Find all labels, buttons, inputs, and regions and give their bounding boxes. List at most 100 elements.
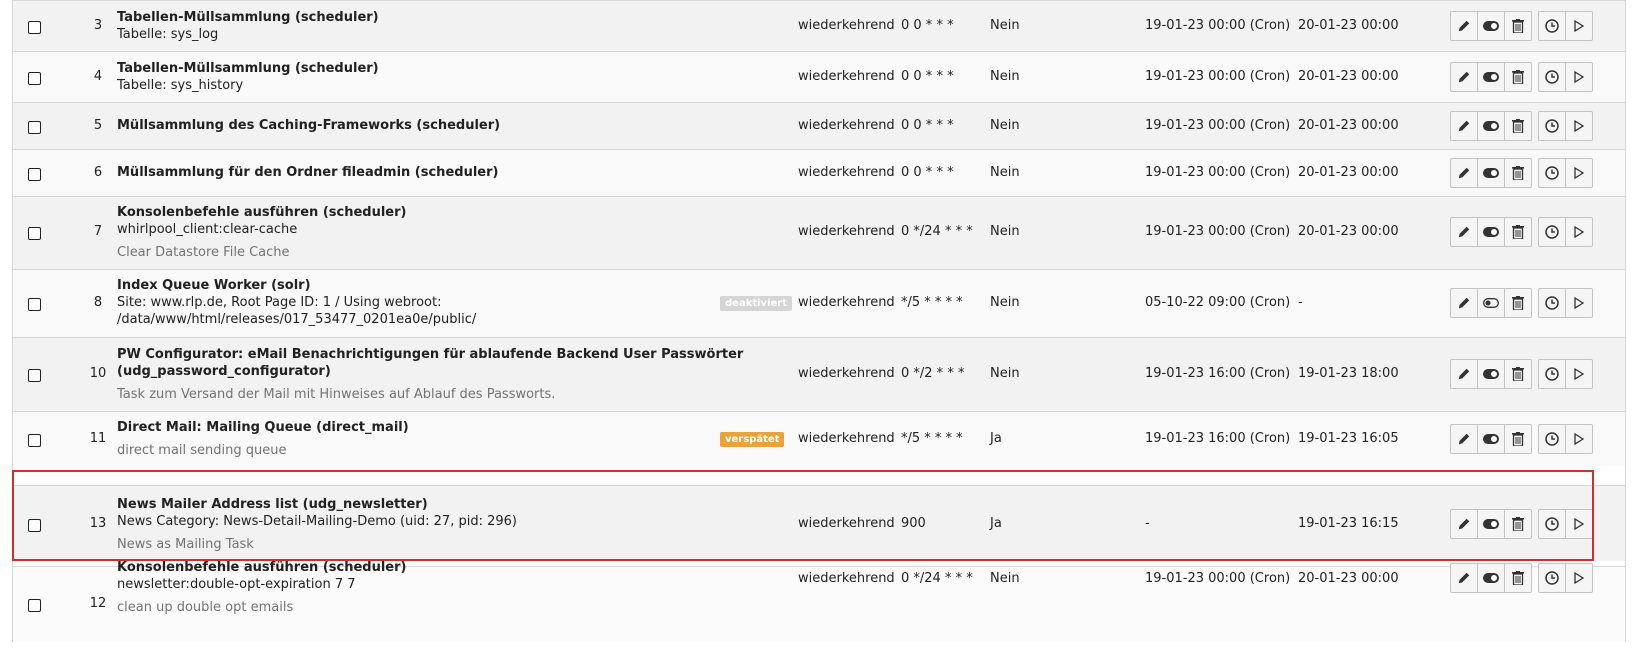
delete-button[interactable] [1504,217,1532,247]
edit-button[interactable] [1450,11,1478,41]
task-title[interactable]: PW Configurator: eMail Benachrichtigunge… [117,346,743,363]
row-checkbox[interactable] [28,519,41,532]
edit-button[interactable] [1450,158,1478,188]
delete-button[interactable] [1504,563,1532,593]
task-title[interactable]: Müllsammlung für den Ordner fileadmin (s… [117,164,498,181]
edit-button[interactable] [1450,217,1478,247]
task-description: direct mail sending queue [117,443,287,458]
task-detail: whirlpool_client:clear-cache [117,222,298,237]
task-title[interactable]: Tabellen-Müllsammlung (scheduler) [117,60,379,77]
task-uid: 10 [89,366,107,381]
task-title-extension[interactable]: (udg_password_configurator) [117,363,743,380]
row-checkbox[interactable] [28,369,41,382]
row-checkbox[interactable] [28,168,41,181]
toggle-off-icon [1483,298,1499,308]
table-row: 11 Direct Mail: Mailing Queue (direct_ma… [13,411,1625,466]
task-title[interactable]: Index Queue Worker (solr) [117,277,476,294]
run-on-next-cron-button[interactable] [1538,158,1566,188]
delete-button[interactable] [1504,158,1532,188]
run-task-button[interactable] [1565,217,1593,247]
trash-icon [1512,225,1524,239]
edit-button[interactable] [1450,359,1478,389]
run-task-button[interactable] [1565,424,1593,454]
enable-button[interactable] [1477,288,1505,318]
row-checkbox[interactable] [28,434,41,447]
task-uid: 8 [93,295,103,310]
table-row: 3 Tabellen-Müllsammlung (scheduler) Tabe… [13,0,1625,51]
task-title[interactable]: Müllsammlung des Caching-Frameworks (sch… [117,117,500,134]
run-on-next-cron-button[interactable] [1538,288,1566,318]
task-title[interactable]: Konsolenbefehle ausführen (scheduler) [117,204,406,221]
edit-button[interactable] [1450,563,1478,593]
row-checkbox[interactable] [28,599,41,612]
delete-button[interactable] [1504,62,1532,92]
task-title[interactable]: Konsolenbefehle ausführen (scheduler) [117,559,406,576]
task-uid: 12 [89,596,107,611]
row-checkbox[interactable] [28,227,41,240]
task-action-group [1450,11,1532,41]
edit-button[interactable] [1450,424,1478,454]
run-task-button[interactable] [1565,111,1593,141]
delete-button[interactable] [1504,111,1532,141]
run-on-next-cron-button[interactable] [1538,509,1566,539]
row-checkbox[interactable] [28,21,41,34]
task-run-group [1538,288,1593,318]
pencil-icon [1458,167,1470,179]
disable-button[interactable] [1477,217,1505,247]
disable-button[interactable] [1477,158,1505,188]
edit-button[interactable] [1450,62,1478,92]
row-checkbox[interactable] [28,72,41,85]
task-frequency: 0 0 * * * [901,69,954,84]
run-on-next-cron-button[interactable] [1538,11,1566,41]
run-task-button[interactable] [1565,359,1593,389]
run-task-button[interactable] [1565,509,1593,539]
run-on-next-cron-button[interactable] [1538,563,1566,593]
run-task-button[interactable] [1565,158,1593,188]
run-on-next-cron-button[interactable] [1538,359,1566,389]
delete-button[interactable] [1504,288,1532,318]
toggle-icon [1483,21,1499,31]
edit-button[interactable] [1450,111,1478,141]
disable-button[interactable] [1477,424,1505,454]
disable-button[interactable] [1477,111,1505,141]
disable-button[interactable] [1477,563,1505,593]
task-name: Tabellen-Müllsammlung (scheduler) Tabell… [117,9,379,43]
delete-button[interactable] [1504,359,1532,389]
status-badge-deactivated: deaktiviert [720,296,792,311]
table-row: 10 PW Configurator: eMail Benachrichtigu… [13,337,1625,411]
run-task-button[interactable] [1565,11,1593,41]
disable-button[interactable] [1477,11,1505,41]
disable-button[interactable] [1477,509,1505,539]
disable-button[interactable] [1477,62,1505,92]
edit-button[interactable] [1450,509,1478,539]
task-uid: 6 [93,165,103,180]
clock-icon [1545,517,1559,531]
run-on-next-cron-button[interactable] [1538,62,1566,92]
task-title[interactable]: Tabellen-Müllsammlung (scheduler) [117,9,379,26]
run-task-button[interactable] [1565,563,1593,593]
run-on-next-cron-button[interactable] [1538,424,1566,454]
row-checkbox[interactable] [28,121,41,134]
table-row: 7 Konsolenbefehle ausführen (scheduler) … [13,196,1625,269]
delete-button[interactable] [1504,424,1532,454]
run-on-next-cron-button[interactable] [1538,111,1566,141]
edit-button[interactable] [1450,288,1478,318]
run-task-button[interactable] [1565,62,1593,92]
task-frequency: 0 0 * * * [901,18,954,33]
task-frequency: 0 0 * * * [901,118,954,133]
run-task-button[interactable] [1565,288,1593,318]
delete-button[interactable] [1504,11,1532,41]
task-last-run: 19-01-23 16:00 (Cron) [1145,366,1291,381]
pencil-icon [1458,368,1470,380]
task-name: News Mailer Address list (udg_newsletter… [117,496,517,553]
disable-button[interactable] [1477,359,1505,389]
row-checkbox[interactable] [28,298,41,311]
task-last-run: 19-01-23 00:00 (Cron) [1145,165,1291,180]
trash-icon [1512,296,1524,310]
task-frequency: 0 */24 * * * [901,571,973,586]
delete-button[interactable] [1504,509,1532,539]
play-icon [1574,297,1584,309]
task-title[interactable]: News Mailer Address list (udg_newsletter… [117,496,517,513]
run-on-next-cron-button[interactable] [1538,217,1566,247]
task-title[interactable]: Direct Mail: Mailing Queue (direct_mail) [117,419,409,436]
